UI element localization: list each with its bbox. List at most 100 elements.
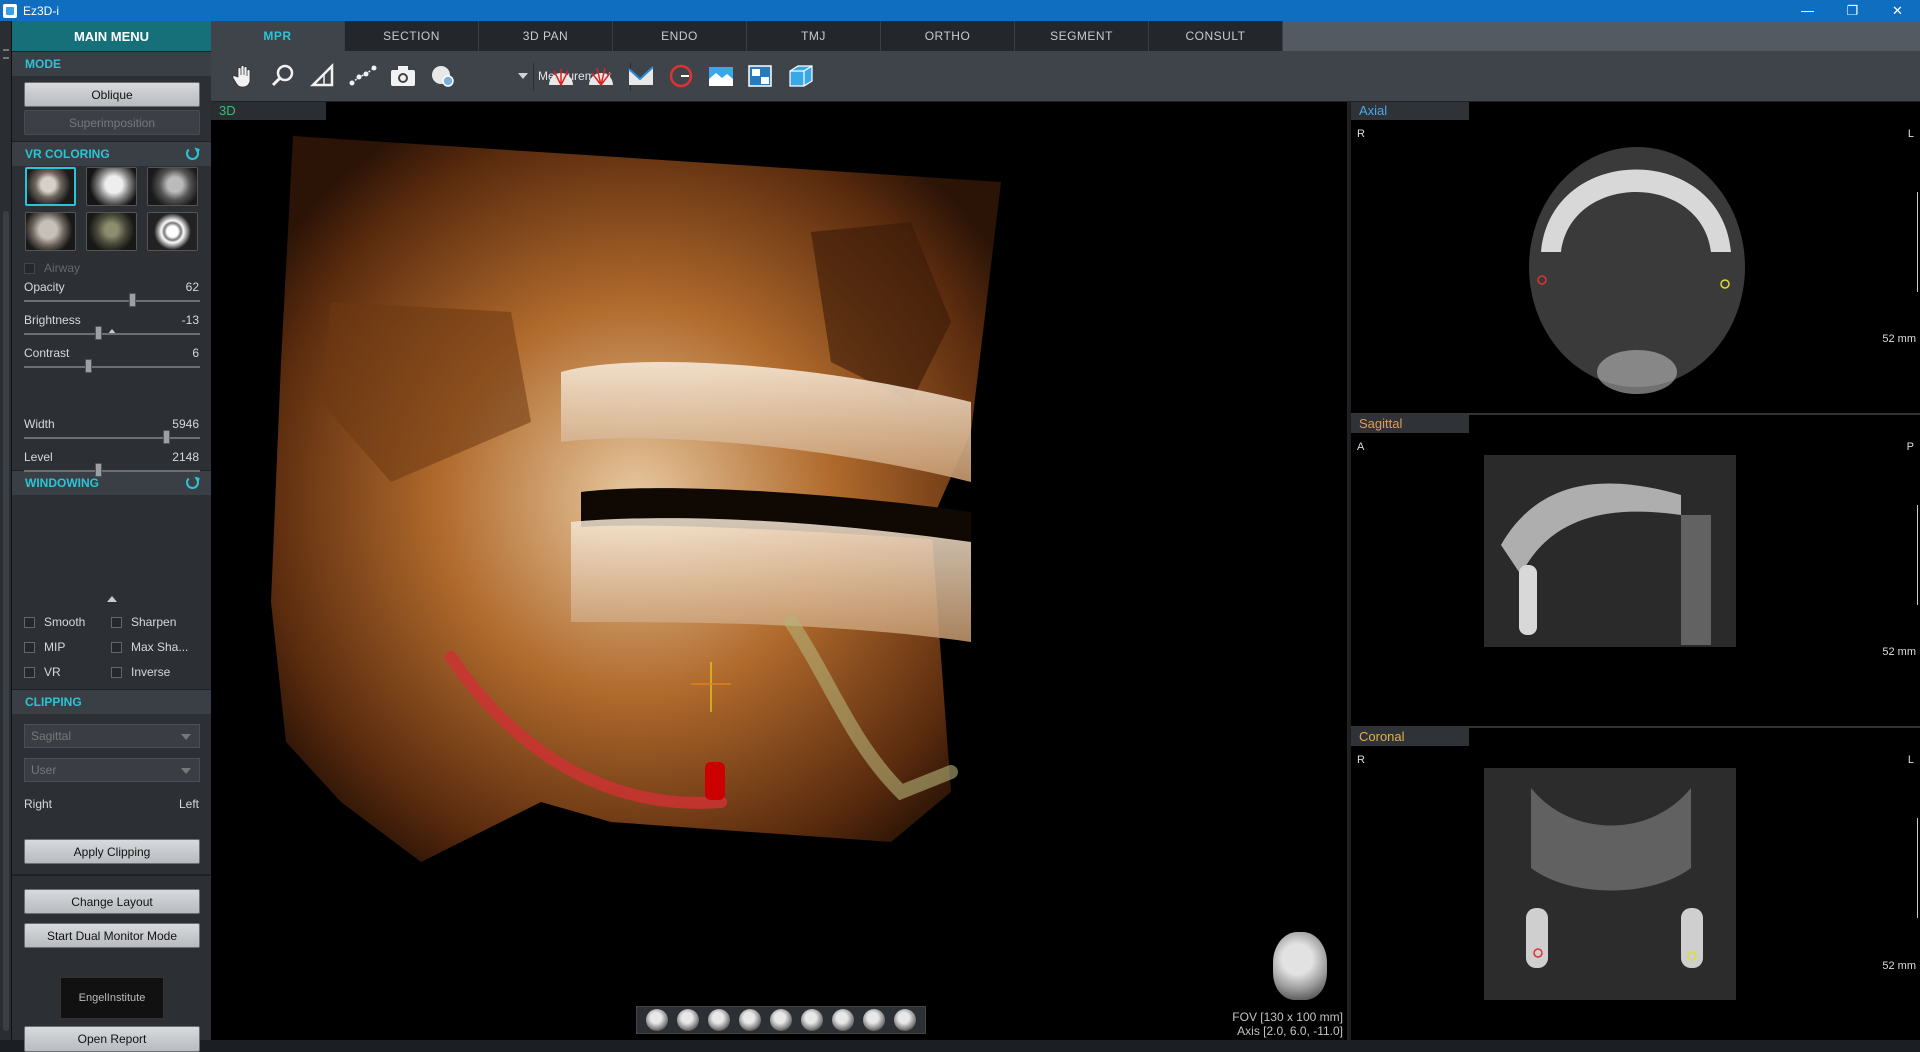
coronal-image[interactable] [1351, 728, 1920, 1040]
view-right-icon[interactable] [707, 1009, 730, 1031]
camera-icon[interactable] [388, 61, 418, 91]
tab-mpr[interactable]: MPR [211, 21, 345, 51]
airway-checkbox[interactable]: Airway [24, 261, 80, 275]
main-menu-header[interactable]: MAIN MENU [12, 21, 211, 51]
view-bottom-icon[interactable] [863, 1009, 886, 1031]
institute-logo: EngelInstitute [60, 977, 164, 1019]
refresh-icon[interactable] [186, 147, 199, 160]
chevron-down-icon [181, 768, 191, 774]
opacity-slider[interactable] [24, 293, 200, 307]
tab-segment[interactable]: SEGMENT [1015, 21, 1149, 51]
level-slider[interactable] [24, 463, 200, 477]
3d-volume-render[interactable] [211, 102, 1349, 1040]
change-layout-button[interactable]: Change Layout [24, 889, 200, 914]
timer-icon[interactable] [666, 61, 696, 91]
inverse-checkbox[interactable]: Inverse [111, 665, 170, 679]
panel-scrollbar[interactable] [3, 211, 9, 1031]
refresh-icon[interactable] [186, 476, 199, 489]
vr-preset-1[interactable] [25, 167, 76, 206]
axial-right-marker: L [1907, 128, 1914, 140]
open-report-button[interactable]: Open Report [24, 1026, 200, 1052]
view-left-oblique-icon[interactable] [738, 1009, 761, 1031]
jaw-angle-icon[interactable] [626, 61, 656, 91]
minimize-button[interactable]: — [1785, 0, 1830, 21]
slider-handle[interactable] [129, 293, 136, 307]
view-reset-icon[interactable] [894, 1009, 917, 1031]
clipping-plane-select[interactable]: Sagittal [24, 724, 200, 748]
view-right-oblique-icon[interactable] [769, 1009, 792, 1031]
sagittal-right-marker: P [1906, 441, 1914, 453]
coronal-left-marker: R [1357, 754, 1365, 766]
orientation-head-icon[interactable] [1273, 932, 1327, 1000]
tab-bar-fill [1283, 21, 1920, 51]
viewer-3d[interactable]: 3D FOV [130 x 100 mm] Axis [2.0, 6.0, -1… [211, 102, 1349, 1040]
tab-tmj[interactable]: TMJ [747, 21, 881, 51]
clipping-right-label: Right [24, 797, 53, 811]
layout-grid-icon[interactable] [746, 61, 776, 91]
brightness-slider[interactable] [24, 326, 200, 340]
section-vr-coloring: VR COLORING [12, 141, 211, 166]
vr-label: VR [44, 665, 61, 679]
tab-endo[interactable]: ENDO [613, 21, 747, 51]
max-sharpen-checkbox[interactable]: Max Sha... [111, 640, 188, 654]
sharpen-checkbox[interactable]: Sharpen [111, 615, 176, 629]
oblique-button[interactable]: Oblique [24, 82, 200, 107]
clipping-mode-select[interactable]: User [24, 758, 200, 782]
left-panel: MAIN MENU MODE Oblique Superimposition V… [12, 21, 211, 1052]
panorama-icon[interactable] [706, 61, 736, 91]
inverse-label: Inverse [131, 665, 171, 679]
apply-clipping-button[interactable]: Apply Clipping [24, 839, 200, 864]
axial-view[interactable]: Axial R L 52 mm [1351, 102, 1920, 415]
restore-button[interactable]: ❐ [1830, 0, 1875, 21]
angle-icon[interactable] [308, 61, 338, 91]
slider-handle[interactable] [163, 430, 170, 444]
width-slider[interactable] [24, 430, 200, 444]
close-button[interactable]: ✕ [1875, 0, 1920, 21]
view-back-icon[interactable] [801, 1009, 824, 1031]
section-clipping: CLIPPING [12, 689, 211, 714]
smooth-label: Smooth [44, 615, 86, 629]
superimposition-button[interactable]: Superimposition [24, 110, 200, 135]
vr-preset-5[interactable] [86, 212, 137, 251]
zoom-icon[interactable] [268, 61, 298, 91]
axial-scale: 52 mm [1882, 333, 1916, 345]
coronal-view[interactable]: Coronal R L 52 mm [1351, 728, 1920, 1040]
vr-preset-3[interactable] [147, 167, 198, 206]
vr-preset-2[interactable] [86, 167, 137, 206]
3d-box-icon[interactable] [786, 61, 816, 91]
pan-hand-icon[interactable] [228, 61, 258, 91]
smooth-checkbox[interactable]: Smooth [24, 615, 85, 629]
axial-image[interactable] [1351, 102, 1920, 415]
dual-monitor-button[interactable]: Start Dual Monitor Mode [24, 923, 200, 948]
vr-checkbox[interactable]: VR [24, 665, 61, 679]
max-sharpen-label: Max Sha... [131, 640, 189, 654]
axial-label: Axial [1351, 102, 1469, 120]
vr-preset-6[interactable] [147, 212, 198, 251]
view-front-icon[interactable] [645, 1009, 668, 1031]
slider-handle[interactable] [95, 463, 102, 477]
tab-bar: MPR SECTION 3D PAN ENDO TMJ ORTHO SEGMEN… [211, 21, 1920, 51]
width-label: Width [24, 417, 55, 431]
face-settings-icon[interactable] [428, 61, 458, 91]
mip-checkbox[interactable]: MIP [24, 640, 65, 654]
ceph-tracing-icon[interactable] [586, 61, 616, 91]
contrast-slider[interactable] [24, 359, 200, 373]
tab-consult[interactable]: CONSULT [1149, 21, 1283, 51]
view-left-icon[interactable] [676, 1009, 699, 1031]
tab-section[interactable]: SECTION [345, 21, 479, 51]
polyline-icon[interactable] [348, 61, 378, 91]
sharpen-label: Sharpen [131, 615, 177, 629]
ceph-analysis-icon[interactable] [546, 61, 576, 91]
slider-handle[interactable] [95, 326, 102, 340]
tab-ortho[interactable]: ORTHO [881, 21, 1015, 51]
view-top-icon[interactable] [832, 1009, 855, 1031]
vr-preset-4[interactable] [25, 212, 76, 251]
collapse-up-icon[interactable] [107, 596, 117, 602]
slider-handle[interactable] [85, 359, 92, 373]
sagittal-image[interactable] [1351, 415, 1920, 728]
scale-ruler [1914, 192, 1918, 292]
tab-3d-pan[interactable]: 3D PAN [479, 21, 613, 51]
grip-icon[interactable] [3, 49, 9, 59]
sagittal-view[interactable]: Sagittal A P 52 mm [1351, 415, 1920, 728]
brightness-label: Brightness [24, 313, 81, 327]
